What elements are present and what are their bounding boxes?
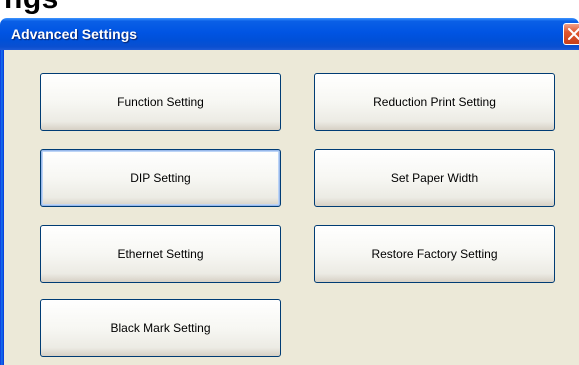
reduction-print-setting-button[interactable]: Reduction Print Setting [314, 73, 555, 131]
close-icon [568, 28, 579, 40]
dip-setting-button[interactable]: DIP Setting [40, 149, 281, 207]
title-bar[interactable]: Advanced Settings [0, 18, 579, 50]
advanced-settings-dialog: Advanced Settings Function Setting Reduc… [0, 18, 579, 365]
dialog-client-area: Function Setting Reduction Print Setting… [4, 50, 579, 365]
black-mark-setting-button[interactable]: Black Mark Setting [40, 299, 281, 357]
restore-factory-setting-button[interactable]: Restore Factory Setting [314, 225, 555, 283]
function-setting-button[interactable]: Function Setting [40, 73, 281, 131]
background-heading: ngs [4, 0, 59, 14]
close-button[interactable] [563, 23, 579, 45]
ethernet-setting-button[interactable]: Ethernet Setting [40, 225, 281, 283]
set-paper-width-button[interactable]: Set Paper Width [314, 149, 555, 207]
window-title: Advanced Settings [11, 26, 138, 42]
